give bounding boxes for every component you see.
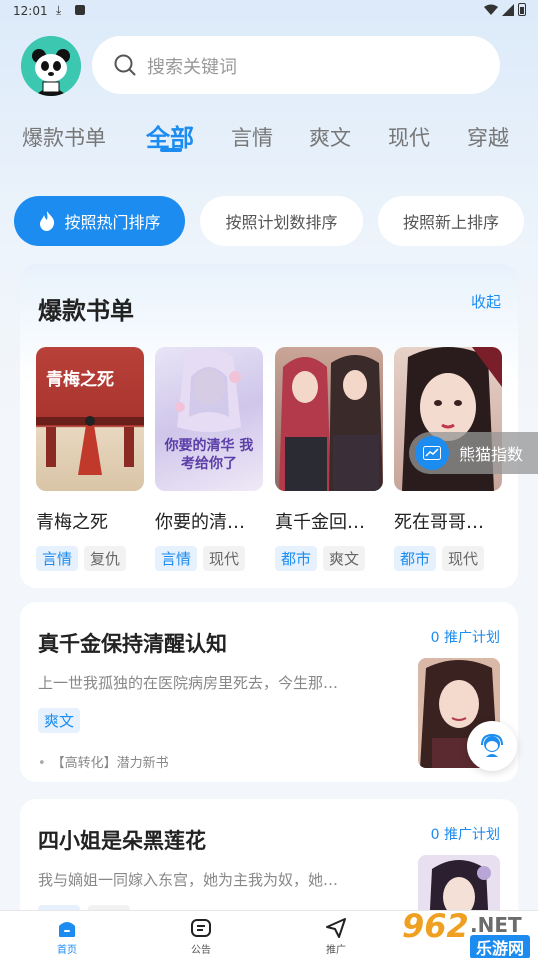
collapse-link[interactable]: 收起 — [471, 291, 501, 312]
book-tag: 复仇 — [84, 546, 127, 571]
notice-icon — [191, 919, 211, 937]
sort-new-label: 按照新上排序 — [402, 213, 499, 232]
nav-promote-label: 推广 — [326, 945, 346, 956]
book-title: 你要的清… — [155, 512, 245, 533]
battery-icon — [518, 3, 526, 16]
download-icon: ⤓ — [56, 3, 62, 17]
signal-icon — [502, 3, 514, 16]
book-item-title: 真千金保持清醒认知 — [38, 632, 227, 656]
support-agent-icon — [481, 733, 503, 757]
book-tag: 都市 — [394, 546, 437, 571]
nav-home-label: 首页 — [57, 945, 77, 956]
category-tabs: 爆款书单 全部 言情 爽文 现代 穿越 — [0, 112, 538, 162]
book-cover: 青梅之死 — [36, 347, 144, 491]
cover-art — [279, 355, 383, 491]
flame-icon — [40, 211, 55, 231]
book-item-title: 四小姐是朵黑莲花 — [38, 829, 206, 853]
book-item-desc: 我与嫡姐一同嫁入东宫，她为主我为奴，她… — [38, 871, 339, 889]
watermark-suffix: .NET — [470, 913, 522, 937]
watermark-brand: 962 — [402, 907, 469, 945]
book-card[interactable]: 真千金回… 都市 爽文 — [275, 347, 383, 571]
tab-hot-list[interactable]: 爆款书单 — [22, 122, 106, 152]
avatar[interactable] — [21, 36, 81, 96]
chart-icon — [415, 436, 449, 470]
sort-new-button[interactable]: 按照新上排序 — [378, 196, 524, 246]
sort-plan-count-button[interactable]: 按照计划数排序 — [200, 196, 363, 246]
status-icons — [484, 3, 526, 16]
promo-count[interactable]: 0 推广计划 — [431, 824, 500, 844]
book-tag: 现代 — [442, 546, 485, 571]
book-title: 青梅之死 — [36, 512, 108, 533]
cover-title: 你要的清华 我考给你了 — [164, 438, 254, 472]
cover-title: 青梅之死 — [46, 370, 114, 390]
book-title: 真千金回… — [275, 512, 365, 533]
panda-icon — [21, 36, 81, 96]
panda-index-badge[interactable]: 熊猫指数 — [409, 432, 538, 474]
paper-plane-icon — [326, 918, 346, 938]
notification-icon — [75, 5, 85, 15]
book-cover: 你要的清华 我考给你了 — [155, 347, 263, 491]
section-title: 爆款书单 — [38, 297, 134, 325]
search-input[interactable]: 搜索关键词 — [92, 36, 500, 94]
watermark-site: 乐游网 — [470, 935, 531, 958]
book-tag: 现代 — [203, 546, 246, 571]
active-tab-indicator — [160, 148, 182, 152]
book-card[interactable]: 青梅之死 青梅之死 言情 复仇 — [36, 347, 144, 571]
tab-modern[interactable]: 现代 — [388, 122, 430, 152]
book-item-note: 【高转化】潜力新书 — [38, 752, 169, 771]
customer-service-button[interactable] — [467, 721, 517, 771]
tab-cool[interactable]: 爽文 — [309, 122, 351, 152]
search-placeholder: 搜索关键词 — [147, 57, 237, 78]
nav-promote[interactable]: 推广 — [306, 915, 366, 956]
book-tag: 言情 — [155, 546, 198, 571]
featured-book-list: 爆款书单 收起 青梅之死 青梅之死 言情 复仇 你要的清华 我考给你了 你要的清… — [20, 264, 518, 588]
book-tag: 言情 — [36, 546, 79, 571]
wifi-icon — [484, 4, 498, 15]
search-icon — [114, 54, 136, 76]
book-tag: 爽文 — [38, 708, 81, 733]
book-list-item[interactable]: 真千金保持清醒认知 0 推广计划 上一世我孤独的在医院病房里死去，今生那… 爽文… — [20, 602, 518, 782]
nav-home[interactable]: 首页 — [37, 915, 97, 956]
book-card[interactable]: 你要的清华 我考给你了 你要的清… 言情 现代 — [155, 347, 263, 571]
book-item-desc: 上一世我孤独的在医院病房里死去，今生那… — [38, 674, 339, 692]
sort-hot-button[interactable]: 按照热门排序 — [14, 196, 185, 246]
book-title: 死在哥哥… — [394, 512, 484, 533]
nav-notice[interactable]: 公告 — [171, 915, 231, 956]
sort-plan-count-label: 按照计划数排序 — [225, 213, 338, 232]
tab-time-travel[interactable]: 穿越 — [467, 122, 509, 152]
tab-romance[interactable]: 言情 — [231, 122, 273, 152]
status-time: 12:01 — [13, 4, 48, 18]
sort-hot-label: 按照热门排序 — [64, 213, 161, 232]
nav-notice-label: 公告 — [191, 945, 211, 956]
book-tag: 都市 — [275, 546, 318, 571]
site-watermark: 962 .NET 乐游网 — [400, 905, 538, 958]
promo-count[interactable]: 0 推广计划 — [431, 627, 500, 647]
panda-index-label: 熊猫指数 — [459, 445, 524, 464]
book-tag: 爽文 — [323, 546, 366, 571]
home-icon — [59, 922, 75, 937]
status-bar: 12:01 ⤓ — [0, 0, 538, 24]
book-cover — [275, 347, 383, 491]
